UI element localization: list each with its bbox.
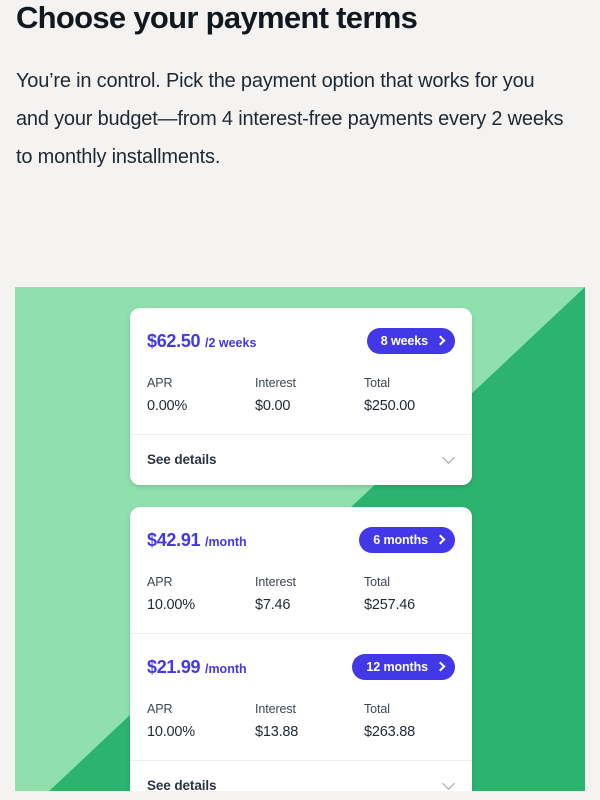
payment-plan-row[interactable]: $62.50 /2 weeks 8 weeks APR Interest Tot… xyxy=(130,308,472,434)
plan-metrics: APR Interest Total 0.00% $0.00 $250.00 xyxy=(147,376,455,414)
plan-header: $62.50 /2 weeks 8 weeks xyxy=(147,328,455,354)
apr-label: APR xyxy=(147,376,173,390)
total-label: Total xyxy=(364,376,390,390)
payment-options-panel: $62.50 /2 weeks 8 weeks APR Interest Tot… xyxy=(15,287,585,791)
chevron-right-icon xyxy=(435,661,446,671)
plan-metrics: APR Interest Total 10.00% $13.88 $263.88 xyxy=(147,702,455,740)
plan-header: $21.99 /month 12 months xyxy=(147,654,455,680)
plan-metrics: APR Interest Total 10.00% $7.46 $257.46 xyxy=(147,575,455,613)
total-value: $263.88 xyxy=(364,724,416,740)
interest-label: Interest xyxy=(255,702,296,716)
total-value: $250.00 xyxy=(364,398,416,414)
see-details-toggle[interactable]: See details xyxy=(130,434,472,485)
plan-price-cadence: /2 weeks xyxy=(204,335,257,350)
plan-price-amount: $62.50 xyxy=(147,330,201,351)
see-details-label: See details xyxy=(147,452,217,467)
plan-header: $42.91 /month 6 months xyxy=(147,527,455,553)
apr-value: 0.00% xyxy=(147,398,188,414)
interest-value: $7.46 xyxy=(255,597,291,613)
intro-section: Choose your payment terms You’re in cont… xyxy=(0,0,600,176)
plan-term-button[interactable]: 8 weeks xyxy=(366,328,455,354)
page-title: Choose your payment terms xyxy=(16,0,418,35)
payment-card: $42.91 /month 6 months APR Interest Tota… xyxy=(130,507,472,791)
apr-label: APR xyxy=(147,702,173,716)
total-label: Total xyxy=(364,702,390,716)
payment-cards-list: $62.50 /2 weeks 8 weeks APR Interest Tot… xyxy=(130,308,472,791)
payment-card: $62.50 /2 weeks 8 weeks APR Interest Tot… xyxy=(130,308,472,485)
plan-price-amount: $42.91 xyxy=(147,529,201,550)
see-details-toggle[interactable]: See details xyxy=(130,760,472,791)
see-details-label: See details xyxy=(147,778,217,791)
total-label: Total xyxy=(364,575,390,589)
plan-price: $21.99 /month xyxy=(147,657,247,678)
plan-price: $62.50 /2 weeks xyxy=(147,331,256,352)
chevron-right-icon xyxy=(435,335,446,345)
page-subtitle: You’re in control. Pick the payment opti… xyxy=(16,70,564,168)
chevron-down-icon xyxy=(442,777,455,790)
plan-price-amount: $21.99 xyxy=(147,656,201,677)
plan-term-label: 12 months xyxy=(366,660,428,674)
interest-value: $0.00 xyxy=(255,398,291,414)
payment-plan-row[interactable]: $42.91 /month 6 months APR Interest Tota… xyxy=(130,507,472,633)
chevron-right-icon xyxy=(435,534,446,544)
plan-price-cadence: /month xyxy=(204,661,247,676)
payment-plan-row[interactable]: $21.99 /month 12 months APR Interest Tot… xyxy=(130,633,472,760)
payment-terms-page: Choose your payment terms You’re in cont… xyxy=(0,0,600,796)
apr-value: 10.00% xyxy=(147,724,195,740)
plan-term-label: 6 months xyxy=(373,533,428,547)
plan-term-label: 8 weeks xyxy=(380,334,428,348)
apr-label: APR xyxy=(147,575,173,589)
interest-label: Interest xyxy=(255,376,296,390)
interest-label: Interest xyxy=(255,575,296,589)
total-value: $257.46 xyxy=(364,597,416,613)
plan-price: $42.91 /month xyxy=(147,530,247,551)
apr-value: 10.00% xyxy=(147,597,195,613)
interest-value: $13.88 xyxy=(255,724,299,740)
plan-term-button[interactable]: 12 months xyxy=(352,654,455,680)
plan-price-cadence: /month xyxy=(204,534,247,549)
plan-term-button[interactable]: 6 months xyxy=(359,527,455,553)
chevron-down-icon xyxy=(442,451,455,464)
